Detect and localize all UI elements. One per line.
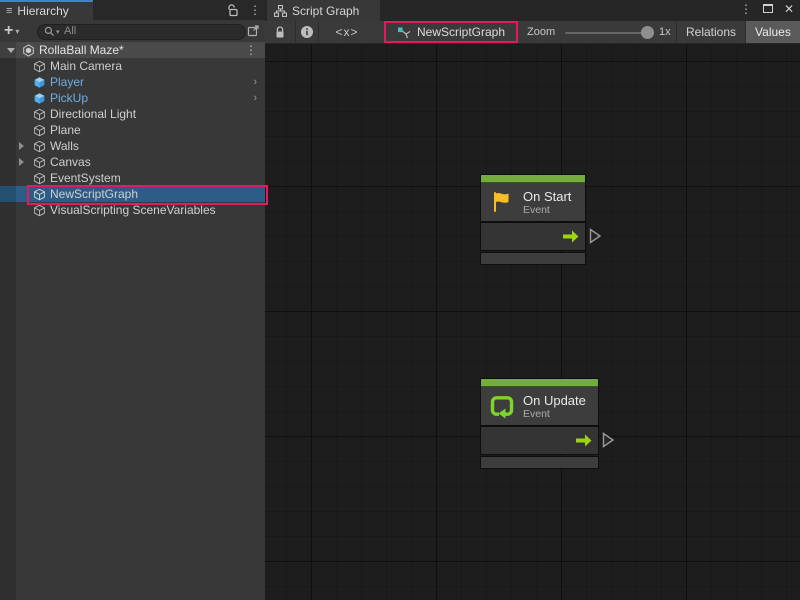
hierarchy-list-icon: ≡ xyxy=(6,5,12,17)
gameobject-icon xyxy=(33,156,46,169)
values-toggle-button[interactable]: Values xyxy=(745,21,800,43)
lock-icon[interactable] xyxy=(272,24,288,40)
flag-icon xyxy=(489,189,515,215)
item-label: Walls xyxy=(50,139,79,153)
item-label: NewScriptGraph xyxy=(50,187,138,201)
expand-arrow-icon[interactable] xyxy=(19,158,24,166)
node-on-update[interactable]: On Update Event xyxy=(481,379,598,468)
script-graph-toolbar: <x> NewScriptGraph Zoom 1x Relations Val… xyxy=(265,21,800,44)
tab-script-graph[interactable]: Script Graph xyxy=(267,0,380,21)
hierarchy-tree: Main Camera Player › PickUp › Directiona… xyxy=(0,58,265,600)
node-title: On Update xyxy=(523,393,586,408)
loop-icon xyxy=(489,393,515,419)
gameobject-icon xyxy=(33,60,46,73)
plus-icon: + xyxy=(4,23,13,39)
scene-header-rollaball-maze[interactable]: RollaBall Maze* ⋮ xyxy=(0,42,265,58)
hierarchy-item-walls[interactable]: Walls xyxy=(0,138,265,154)
window-menu-icon[interactable]: ⋮ xyxy=(740,3,752,15)
zoom-value: 1x xyxy=(659,26,671,38)
maximize-icon[interactable] xyxy=(763,4,773,13)
node-title: On Start xyxy=(523,189,571,204)
hierarchy-tab-bar: ≡ Hierarchy ⋮ xyxy=(0,0,265,20)
prefab-chevron-icon[interactable]: › xyxy=(253,92,257,104)
item-label: Main Camera xyxy=(50,59,122,73)
item-label: EventSystem xyxy=(50,171,121,185)
prefab-icon xyxy=(33,92,46,105)
item-label: VisualScripting SceneVariables xyxy=(50,203,216,217)
hierarchy-item-visualscripting-scenevariables[interactable]: VisualScripting SceneVariables xyxy=(0,202,265,218)
node-color-bar xyxy=(481,175,585,183)
item-label: Plane xyxy=(50,123,81,137)
flow-arrow-icon[interactable] xyxy=(562,230,579,243)
graph-canvas[interactable]: On Start Event On Update xyxy=(265,44,800,600)
open-search-window-icon[interactable] xyxy=(247,23,262,38)
graph-name-label: NewScriptGraph xyxy=(417,25,505,39)
create-object-button[interactable]: + ▾ xyxy=(4,21,32,41)
gameobject-icon xyxy=(33,172,46,185)
hierarchy-item-canvas[interactable]: Canvas xyxy=(0,154,265,170)
tab-hierarchy[interactable]: ≡ Hierarchy xyxy=(0,0,93,20)
blackboard-variables-icon[interactable]: <x> xyxy=(319,25,375,39)
item-label: Directional Light xyxy=(50,107,136,121)
hierarchy-item-main-camera[interactable]: Main Camera xyxy=(0,58,265,74)
hierarchy-item-eventsystem[interactable]: EventSystem xyxy=(0,170,265,186)
item-label: PickUp xyxy=(50,91,88,105)
flow-arrow-icon[interactable] xyxy=(575,434,592,447)
node-body xyxy=(481,427,598,454)
hierarchy-item-player[interactable]: Player › xyxy=(0,74,265,90)
zoom-slider-handle[interactable] xyxy=(641,26,654,39)
node-header: On Update Event xyxy=(481,387,598,425)
search-box: ▾ xyxy=(37,23,246,39)
node-body xyxy=(481,223,585,250)
node-footer xyxy=(481,457,598,468)
hierarchy-tab-label: Hierarchy xyxy=(17,4,68,18)
hierarchy-toolbar: + ▾ ▾ xyxy=(0,20,265,42)
zoom-label: Zoom xyxy=(527,26,555,38)
item-label: Canvas xyxy=(50,155,91,169)
graph-name-button[interactable]: NewScriptGraph xyxy=(384,21,518,43)
dropdown-arrow-icon: ▾ xyxy=(15,27,19,36)
gameobject-icon xyxy=(33,188,46,201)
node-subtitle: Event xyxy=(523,408,586,420)
expand-arrow-icon[interactable] xyxy=(19,142,24,150)
on-update-output-port[interactable] xyxy=(602,432,615,448)
graph-hierarchy-icon xyxy=(274,5,287,17)
search-input[interactable] xyxy=(37,24,246,40)
script-graph-asset-icon xyxy=(397,26,411,39)
prefab-icon xyxy=(33,76,46,89)
on-start-output-port[interactable] xyxy=(589,228,602,244)
node-subtitle: Event xyxy=(523,204,571,216)
node-color-bar xyxy=(481,379,598,387)
relations-toggle-button[interactable]: Relations xyxy=(676,21,745,43)
info-icon[interactable] xyxy=(299,24,315,40)
unlock-icon[interactable] xyxy=(227,4,239,17)
scene-menu-icon[interactable]: ⋮ xyxy=(245,44,257,56)
prefab-chevron-icon[interactable]: › xyxy=(253,76,257,88)
script-graph-tab-label: Script Graph xyxy=(292,4,359,18)
hierarchy-panel: ≡ Hierarchy ⋮ + ▾ ▾ Rol xyxy=(0,0,265,600)
gameobject-icon xyxy=(33,204,46,217)
close-icon[interactable]: ✕ xyxy=(784,2,794,16)
hierarchy-menu-icon[interactable]: ⋮ xyxy=(249,4,261,16)
node-header: On Start Event xyxy=(481,183,585,221)
gameobject-icon xyxy=(33,124,46,137)
item-label: Player xyxy=(50,75,84,89)
gameobject-icon xyxy=(33,140,46,153)
script-graph-window: Script Graph ⋮ ✕ <x> NewScriptGraph Zoom… xyxy=(265,0,800,600)
hierarchy-item-newscriptgraph[interactable]: NewScriptGraph xyxy=(0,186,265,202)
node-on-start[interactable]: On Start Event xyxy=(481,175,585,264)
scene-collapse-arrow-icon[interactable] xyxy=(7,48,15,53)
script-graph-tab-bar: Script Graph ⋮ ✕ xyxy=(265,0,800,21)
unity-scene-icon xyxy=(22,44,35,57)
zoom-slider-track[interactable] xyxy=(565,32,652,34)
node-footer xyxy=(481,253,585,264)
gameobject-icon xyxy=(33,108,46,121)
hierarchy-item-pickup[interactable]: PickUp › xyxy=(0,90,265,106)
hierarchy-item-directional-light[interactable]: Directional Light xyxy=(0,106,265,122)
scene-name: RollaBall Maze* xyxy=(39,43,124,57)
hierarchy-item-plane[interactable]: Plane xyxy=(0,122,265,138)
